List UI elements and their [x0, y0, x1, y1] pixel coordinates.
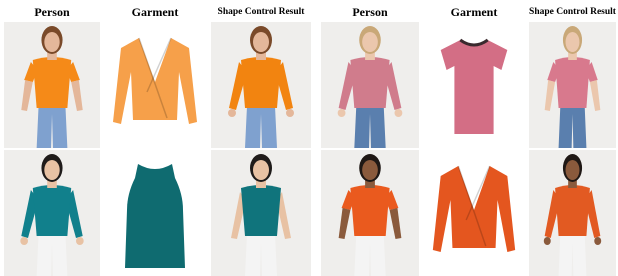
- person-orange-tee-2-image: [321, 150, 419, 276]
- person-pink-tee-image: [321, 22, 419, 148]
- column-header-1: Person: [34, 5, 70, 19]
- column-header-3: Shape Control Result: [217, 7, 305, 17]
- result-orange-wrap-image: [211, 22, 311, 148]
- result-teal-tank-image: [211, 150, 311, 276]
- garment-orange-wrap-2-image: [425, 150, 523, 276]
- result-pink-tee-image: [529, 22, 616, 148]
- result-orange-wrap-2-image: [529, 150, 616, 276]
- garment-teal-tank-image: [105, 150, 205, 276]
- column-header-2: Garment: [131, 5, 179, 19]
- column-header-4: Person: [352, 5, 388, 19]
- column-header-5: Garment: [450, 5, 498, 19]
- column-header-6: Shape Control Result: [529, 7, 616, 17]
- person-orange-tee-image: [4, 22, 100, 148]
- garment-pink-tee-image: [425, 22, 523, 148]
- person-teal-longsleeve-image: [4, 150, 100, 276]
- garment-orange-wrap-image: [105, 22, 205, 148]
